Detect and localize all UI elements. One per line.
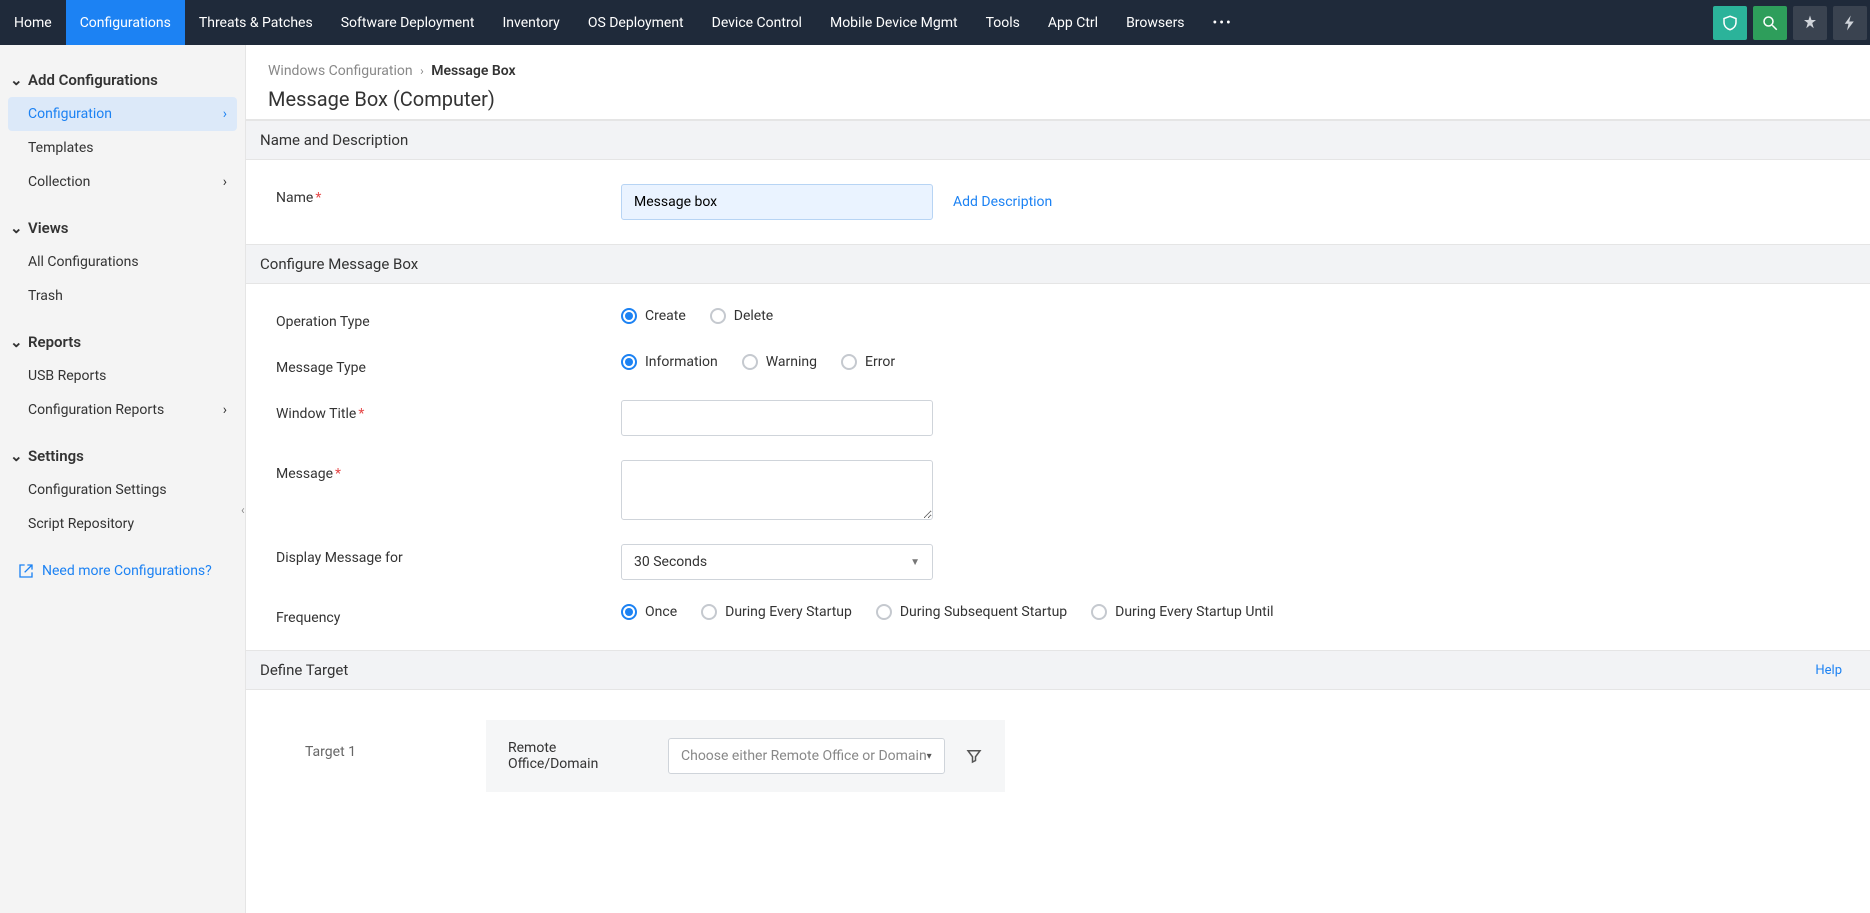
radio-dot-icon [841, 354, 857, 370]
help-link[interactable]: Help [1815, 663, 1842, 678]
radio-dot-icon [621, 354, 637, 370]
chevron-right-icon: › [223, 174, 227, 190]
sidebar-item-usb-reports[interactable]: USB Reports [0, 359, 245, 393]
sidebar-group-views[interactable]: ⌄Views [0, 211, 245, 245]
sidebar-group-reports[interactable]: ⌄Reports [0, 325, 245, 359]
chevron-down-icon: ▾ [927, 751, 932, 762]
nav-more-icon[interactable]: ••• [1199, 0, 1247, 45]
chevron-right-icon: › [223, 106, 227, 122]
frequency-radio-during-subsequent-startup[interactable]: During Subsequent Startup [876, 604, 1067, 620]
target-number-label: Target 1 [276, 720, 356, 760]
chevron-right-icon: › [420, 64, 424, 78]
sidebar-item-templates[interactable]: Templates [0, 131, 245, 165]
sidebar-item-collection[interactable]: Collection› [0, 165, 245, 199]
operation-type-label: Operation Type [276, 308, 621, 330]
section-header-name-description: Name and Description [246, 120, 1870, 160]
message-type-radio-warning[interactable]: Warning [742, 354, 817, 370]
nav-item-tools[interactable]: Tools [972, 0, 1034, 45]
name-input[interactable] [621, 184, 933, 220]
sidebar-item-configuration[interactable]: Configuration› [8, 97, 237, 131]
sidebar-item-script-repository[interactable]: Script Repository [0, 507, 245, 541]
main-content: Windows Configuration › Message Box Mess… [246, 45, 1870, 913]
top-nav: HomeConfigurationsThreats & PatchesSoftw… [0, 0, 1870, 45]
breadcrumb-current: Message Box [431, 63, 515, 79]
window-title-input[interactable] [621, 400, 933, 436]
frequency-radio-once[interactable]: Once [621, 604, 677, 620]
section-header-configure: Configure Message Box [246, 244, 1870, 284]
page-title: Message Box (Computer) [268, 87, 1870, 111]
remote-office-domain-select[interactable]: Choose either Remote Office or Domain ▾ [668, 738, 945, 774]
nav-item-device-control[interactable]: Device Control [698, 0, 816, 45]
nav-item-configurations[interactable]: Configurations [66, 0, 185, 45]
need-more-configurations-link[interactable]: Need more Configurations? [0, 553, 245, 589]
sidebar-group-add-configurations[interactable]: ⌄Add Configurations [0, 63, 245, 97]
sidebar-item-trash[interactable]: Trash [0, 279, 245, 313]
chevron-down-icon: ⌄ [10, 447, 22, 465]
nav-item-browsers[interactable]: Browsers [1112, 0, 1198, 45]
nav-item-app-ctrl[interactable]: App Ctrl [1034, 0, 1112, 45]
chevron-down-icon: ⌄ [10, 71, 22, 89]
radio-dot-icon [701, 604, 717, 620]
chevron-down-icon: ⌄ [10, 333, 22, 351]
operation-type-radio-delete[interactable]: Delete [710, 308, 773, 324]
radio-dot-icon [742, 354, 758, 370]
radio-dot-icon [1091, 604, 1107, 620]
nav-item-software-deployment[interactable]: Software Deployment [327, 0, 489, 45]
chevron-down-icon: ▼ [910, 557, 920, 568]
nav-item-threats-patches[interactable]: Threats & Patches [185, 0, 327, 45]
nav-item-mobile-device-mgmt[interactable]: Mobile Device Mgmt [816, 0, 972, 45]
section-header-define-target: Define Target Help [246, 650, 1870, 690]
search-icon[interactable] [1753, 6, 1787, 40]
display-message-for-label: Display Message for [276, 544, 621, 566]
message-label: Message* [276, 460, 621, 482]
frequency-label: Frequency [276, 604, 621, 626]
message-type-radio-information[interactable]: Information [621, 354, 718, 370]
sidebar-group-settings[interactable]: ⌄Settings [0, 439, 245, 473]
chevron-down-icon: ⌄ [10, 219, 22, 237]
nav-item-os-deployment[interactable]: OS Deployment [574, 0, 698, 45]
bolt-icon[interactable] [1833, 6, 1867, 40]
notification-icon[interactable] [1793, 6, 1827, 40]
breadcrumb-parent[interactable]: Windows Configuration [268, 63, 413, 79]
remote-office-domain-label: Remote Office/Domain [508, 740, 648, 772]
sidebar-collapse-handle[interactable]: ‹‹ [241, 505, 246, 525]
message-type-radio-error[interactable]: Error [841, 354, 895, 370]
sidebar-item-configuration-reports[interactable]: Configuration Reports› [0, 393, 245, 427]
add-description-link[interactable]: Add Description [953, 194, 1052, 210]
radio-dot-icon [710, 308, 726, 324]
radio-dot-icon [621, 308, 637, 324]
filter-icon[interactable] [965, 747, 983, 765]
name-label: Name* [276, 184, 621, 206]
radio-dot-icon [621, 604, 637, 620]
breadcrumb: Windows Configuration › Message Box [268, 63, 1870, 79]
sidebar-item-all-configurations[interactable]: All Configurations [0, 245, 245, 279]
shield-icon[interactable] [1713, 6, 1747, 40]
frequency-radio-during-every-startup[interactable]: During Every Startup [701, 604, 852, 620]
external-link-icon [18, 563, 34, 579]
window-title-label: Window Title* [276, 400, 621, 422]
sidebar-item-configuration-settings[interactable]: Configuration Settings [0, 473, 245, 507]
display-message-select[interactable]: 30 Seconds ▼ [621, 544, 933, 580]
sidebar: ⌄Add ConfigurationsConfiguration›Templat… [0, 45, 246, 913]
frequency-radio-during-every-startup-until[interactable]: During Every Startup Until [1091, 604, 1273, 620]
radio-dot-icon [876, 604, 892, 620]
chevron-right-icon: › [223, 402, 227, 418]
message-textarea[interactable] [621, 460, 933, 520]
operation-type-radio-create[interactable]: Create [621, 308, 686, 324]
nav-item-home[interactable]: Home [0, 0, 66, 45]
nav-item-inventory[interactable]: Inventory [489, 0, 574, 45]
message-type-label: Message Type [276, 354, 621, 376]
